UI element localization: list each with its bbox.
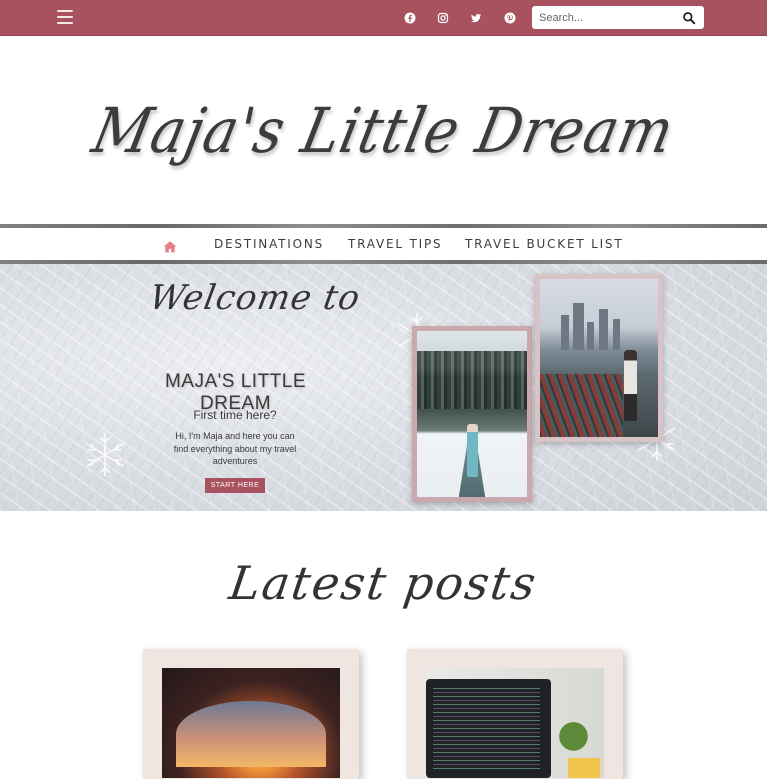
- nav-destinations[interactable]: DESTINATIONS: [214, 237, 324, 251]
- snowy-road-photo[interactable]: [412, 326, 532, 502]
- hero-description: Hi, I'm Maja and here you can find every…: [173, 431, 297, 466]
- hero-banner: Welcome to MAJA'S LITTLE DREAM First tim…: [0, 264, 767, 511]
- site-logo-text: Maja's Little Dream: [86, 93, 681, 167]
- start-here-button[interactable]: START HERE: [205, 478, 265, 493]
- hamburger-icon[interactable]: [57, 10, 73, 24]
- pinterest-icon[interactable]: [500, 8, 520, 28]
- search-icon[interactable]: [682, 10, 696, 25]
- facebook-icon[interactable]: [400, 8, 420, 28]
- home-icon[interactable]: [163, 238, 177, 253]
- laptop-code-photo[interactable]: [426, 668, 604, 778]
- post-card[interactable]: [143, 649, 359, 779]
- post-card[interactable]: [407, 649, 623, 779]
- latest-posts-title: Latest posts: [226, 556, 541, 610]
- instagram-icon[interactable]: [433, 8, 453, 28]
- search-input[interactable]: [532, 6, 677, 29]
- nav-travel-bucket-list[interactable]: TRAVEL BUCKET LIST: [465, 237, 623, 251]
- twitter-icon[interactable]: [466, 8, 486, 28]
- top-bar: [0, 0, 767, 36]
- site-logo[interactable]: Maja's Little Dream: [0, 37, 767, 223]
- main-nav: DESTINATIONS TRAVEL TIPS TRAVEL BUCKET L…: [0, 228, 767, 261]
- rock-arch-sunset-photo[interactable]: [162, 668, 340, 778]
- city-bridge-photo[interactable]: [535, 274, 663, 442]
- search-box: [532, 6, 704, 29]
- nav-travel-tips[interactable]: TRAVEL TIPS: [348, 237, 442, 251]
- hero-subtitle: First time here?: [193, 408, 277, 422]
- hero-welcome: Welcome to: [146, 278, 364, 318]
- snowflake-icon: [86, 433, 124, 477]
